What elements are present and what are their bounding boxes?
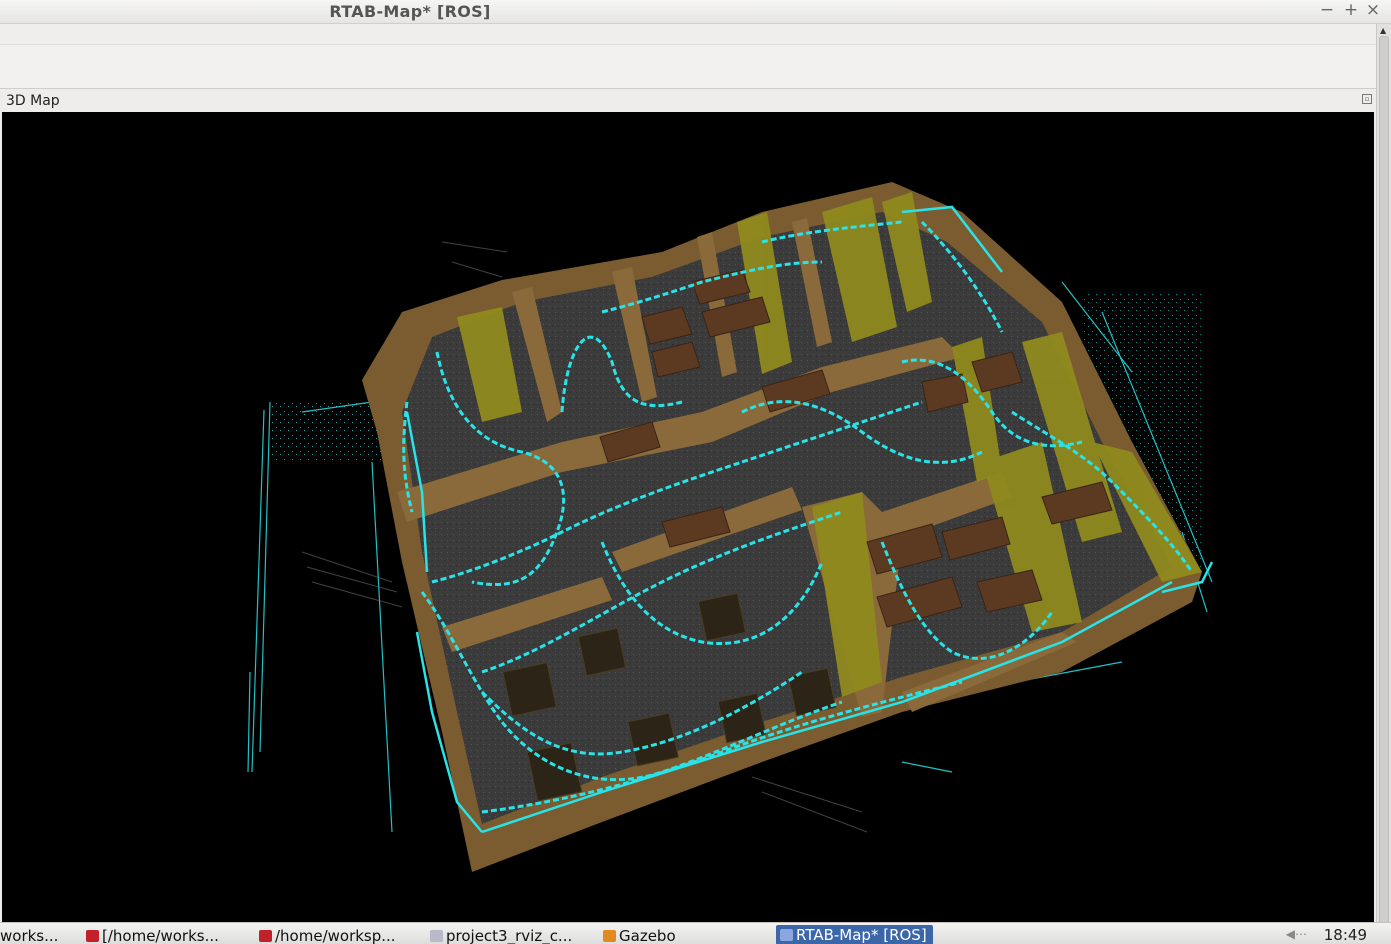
clock[interactable]: 18:49 — [1324, 926, 1367, 944]
rviz-icon — [430, 930, 443, 942]
taskbar-item-rviz[interactable]: project3_rviz_c... — [430, 926, 572, 944]
window-title: RTAB-Map* [ROS] — [329, 2, 491, 21]
taskbar-item-terminal-2[interactable]: [/home/works... — [86, 926, 219, 944]
gazebo-icon — [603, 930, 616, 942]
taskbar-item-label: [/home/works... — [102, 927, 219, 944]
terminal-icon — [86, 930, 99, 942]
rtabmap-window: RTAB-Map* [ROS] − + × ▲ ▼ 3D Map ▫ — [0, 0, 1391, 944]
maximize-button[interactable]: + — [1342, 0, 1360, 20]
3d-map-render[interactable] — [2, 112, 1374, 922]
dock-title: 3D Map — [6, 93, 60, 109]
taskbar-item-label: /home/worksp... — [275, 927, 396, 944]
point-cloud-patch — [272, 402, 382, 462]
taskbar-item-label: RTAB-Map* [ROS] — [796, 926, 927, 944]
minimize-button[interactable]: − — [1318, 0, 1336, 20]
taskbar-item-terminal-1[interactable]: works... — [0, 926, 58, 944]
rtabmap-icon — [780, 929, 793, 941]
terminal-icon — [259, 930, 272, 942]
dock-header[interactable]: 3D Map ▫ — [0, 89, 1376, 112]
scroll-up-icon[interactable]: ▲ — [1380, 26, 1386, 35]
title-bar[interactable]: RTAB-Map* [ROS] − + × — [0, 0, 1391, 24]
taskbar-item-label: Gazebo — [619, 927, 676, 944]
vertical-scrollbar[interactable]: ▲ ▼ — [1376, 24, 1391, 944]
taskbar-item-label: works... — [0, 927, 59, 944]
taskbar-item-rtabmap[interactable]: RTAB-Map* [ROS] — [776, 925, 933, 944]
3d-map-viewport[interactable] — [2, 112, 1374, 922]
taskbar: works... [/home/works... /home/worksp...… — [0, 922, 1391, 944]
scrollbar-thumb[interactable] — [1379, 36, 1389, 928]
volume-icon[interactable]: ◀⋯ — [1286, 927, 1307, 941]
taskbar-item-gazebo[interactable]: Gazebo — [603, 926, 676, 944]
toolbar — [0, 45, 1376, 89]
float-icon[interactable]: ▫ — [1362, 94, 1372, 104]
close-button[interactable]: × — [1364, 0, 1382, 20]
menu-bar — [0, 24, 1376, 45]
taskbar-item-terminal-3[interactable]: /home/worksp... — [259, 926, 396, 944]
taskbar-item-label: project3_rviz_c... — [446, 927, 573, 944]
